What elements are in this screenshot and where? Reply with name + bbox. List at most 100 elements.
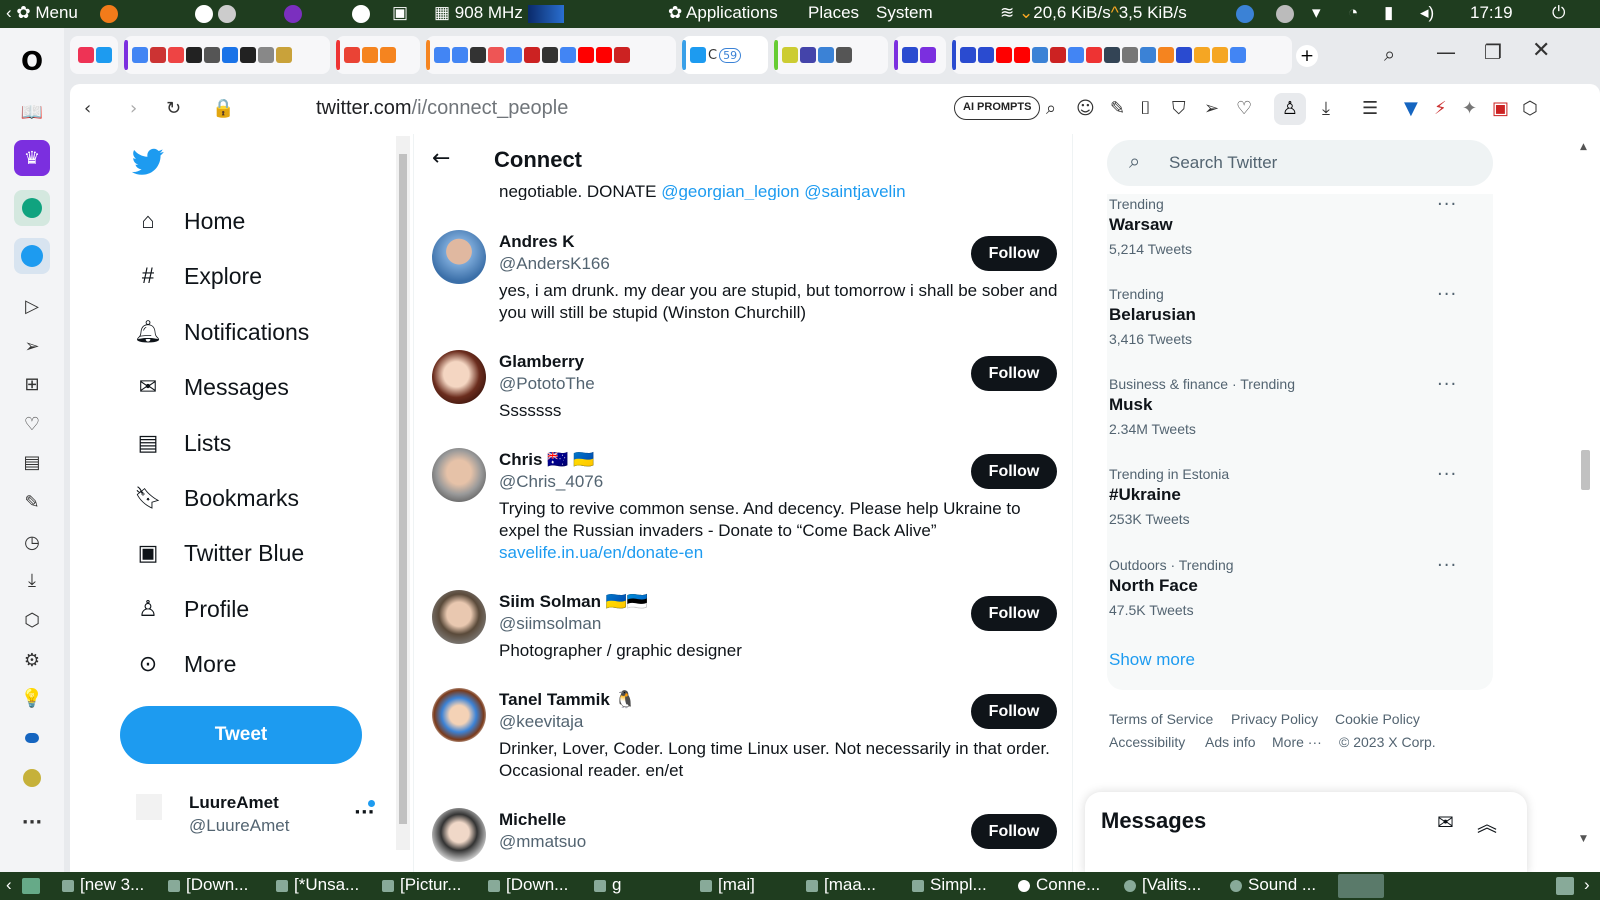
trend-more-icon[interactable]: ··· — [1437, 284, 1457, 305]
tab-group-green[interactable] — [774, 36, 888, 74]
trend-more-icon[interactable]: ··· — [1437, 374, 1457, 395]
user-handle[interactable]: @keevitaja — [499, 712, 583, 732]
chatgpt-icon[interactable] — [14, 190, 50, 226]
partial-bio-links[interactable]: @georgian_legion @saintjavelin — [661, 182, 905, 200]
messages-drawer[interactable]: Messages ✉ ︽ — [1085, 792, 1527, 872]
back-icon[interactable]: ‹ — [84, 98, 91, 119]
page-scrollbar[interactable]: ▲ ▼ — [1578, 134, 1592, 850]
crown-app-icon[interactable]: ♛ — [14, 140, 50, 176]
taskbar-item[interactable]: [mai] — [700, 875, 755, 895]
user-avatar[interactable] — [432, 808, 486, 862]
cube-icon[interactable]: ⬡ — [14, 602, 50, 638]
footer-terms-link[interactable]: Terms of Service — [1109, 711, 1213, 727]
new-message-icon[interactable]: ✉ — [1437, 810, 1454, 834]
tray-app-icon[interactable] — [1236, 3, 1254, 23]
new-tab-button[interactable]: + — [1296, 45, 1318, 67]
minimize-icon[interactable]: — — [1436, 40, 1456, 64]
nav-bookmarks[interactable]: 🔖︎ Bookmarks — [134, 484, 299, 512]
taskbar-item[interactable]: g — [594, 875, 621, 895]
search-box[interactable]: ⌕ Search Twitter — [1107, 140, 1493, 186]
taskbar-item[interactable]: [Down... — [488, 875, 568, 895]
user-handle[interactable]: @siimsolman — [499, 614, 601, 634]
shield-icon[interactable]: ⛉ — [1172, 98, 1186, 119]
footer-privacy-link[interactable]: Privacy Policy — [1231, 711, 1318, 727]
url-field[interactable]: twitter.com/i/connect_people — [316, 97, 568, 120]
send-page-icon[interactable]: ➢ — [1204, 98, 1219, 119]
user-handle[interactable]: @AndersK166 — [499, 254, 610, 274]
account-avatar[interactable] — [136, 794, 162, 820]
nav-profile[interactable]: ♙ Profile — [134, 595, 249, 623]
history-icon[interactable]: ◷ — [14, 524, 50, 560]
twitter-logo-icon[interactable] — [131, 148, 164, 180]
tweet-button[interactable]: Tweet — [120, 706, 362, 764]
account-handle[interactable]: @LuureAmet — [189, 816, 289, 836]
user-bio-link[interactable]: savelife.in.ua/en/donate-en — [499, 543, 703, 562]
reload-icon[interactable]: ↻ — [166, 98, 181, 119]
extension-tool-icon[interactable]: ⚡ — [1434, 98, 1447, 119]
ai-prompts-button[interactable]: AI PROMPTS — [954, 96, 1041, 120]
user-avatar[interactable] — [432, 350, 486, 404]
follow-button[interactable]: Follow — [971, 454, 1057, 489]
tab-group-active-twitter[interactable]: C 59 — [682, 36, 768, 74]
applications-menu[interactable]: ✿ Applications — [668, 3, 778, 23]
taskbar-scroll-right-icon[interactable]: › — [1584, 875, 1590, 895]
taskbar-item-active[interactable]: Conne... — [1018, 875, 1100, 895]
terminal-icon[interactable]: ▣ — [392, 3, 408, 23]
news-icon[interactable]: ▤ — [14, 444, 50, 480]
taskbar-item[interactable]: [new 3... — [62, 875, 144, 895]
follow-button[interactable]: Follow — [971, 814, 1057, 849]
user-avatar[interactable] — [432, 230, 486, 284]
user-avatar[interactable] — [432, 448, 486, 502]
forward-icon[interactable]: › — [130, 98, 137, 119]
tab-group-orange[interactable] — [426, 36, 676, 74]
nav-scrollbar-thumb[interactable] — [399, 154, 407, 824]
send-icon[interactable]: ➢ — [14, 328, 50, 364]
nav-messages[interactable]: ✉ Messages — [134, 373, 289, 401]
search-page-icon[interactable]: ⌕ — [1046, 98, 1056, 119]
trend-more-icon[interactable]: ··· — [1437, 555, 1457, 576]
nav-twitter-blue[interactable]: ▣ Twitter Blue — [134, 539, 305, 567]
user-avatar[interactable] — [432, 590, 486, 644]
user-avatar[interactable] — [432, 688, 486, 742]
tray-wifi-icon[interactable]: ▾ — [1312, 3, 1321, 23]
user-name[interactable]: Tanel Tammik 🐧 — [499, 690, 636, 710]
lock-icon[interactable]: 🔒 — [212, 98, 234, 119]
user-handle[interactable]: @mmatsuo — [499, 832, 586, 852]
nav-notifications[interactable]: 🔔︎ Notifications — [134, 318, 309, 346]
menu-button[interactable]: ‹ ✿ Menu — [6, 3, 78, 23]
nav-more[interactable]: ⊙ More — [134, 650, 237, 678]
taskbar-item[interactable]: Sound ... — [1230, 875, 1316, 895]
user-handle[interactable]: @PototoThe — [499, 374, 595, 394]
nav-home[interactable]: ⌂ Home — [134, 207, 245, 235]
emoji-icon[interactable]: ☺ — [1076, 98, 1095, 119]
podcast-icon[interactable] — [284, 3, 302, 23]
restore-icon[interactable]: ❐ — [1484, 40, 1502, 64]
follow-button[interactable]: Follow — [971, 694, 1057, 729]
tab-group-purple[interactable] — [124, 36, 330, 74]
account-name[interactable]: LuureAmet — [189, 793, 279, 813]
download-icon[interactable]: ⤓ — [1322, 98, 1330, 119]
tab-group-red[interactable] — [336, 36, 420, 74]
back-arrow-icon[interactable]: ← — [432, 146, 450, 171]
tray-volume-icon[interactable]: ◂) — [1420, 3, 1434, 23]
follow-button[interactable]: Follow — [971, 236, 1057, 271]
reader-icon[interactable]: 📖 — [14, 94, 50, 130]
user-name[interactable]: Chris 🇦🇺 🇺🇦 — [499, 450, 594, 470]
lightbulb-icon[interactable]: 💡 — [14, 680, 50, 716]
extension-shield-icon[interactable]: ▼ — [1404, 98, 1418, 119]
footer-ads-link[interactable]: Ads info — [1205, 734, 1256, 750]
power-icon[interactable]: ⏻ — [1552, 3, 1565, 23]
user-name[interactable]: Michelle — [499, 810, 566, 830]
taskbar-opera-button[interactable] — [1338, 874, 1384, 898]
downloads-icon[interactable]: ⤓ — [14, 562, 50, 598]
opera-logo-icon[interactable]: O — [14, 44, 50, 80]
footer-more-link[interactable]: More ··· — [1272, 734, 1322, 750]
settings-icon[interactable]: ⚙ — [14, 642, 50, 678]
page-scrollbar-thumb[interactable] — [1581, 450, 1590, 490]
search-input[interactable]: Search Twitter — [1169, 153, 1277, 173]
clock[interactable]: 17:19 — [1470, 3, 1513, 23]
user-name[interactable]: Siim Solman 🇺🇦🇪🇪 — [499, 592, 648, 612]
tray-battery-icon[interactable]: ▮ — [1384, 3, 1393, 23]
chat-icon[interactable] — [14, 720, 50, 756]
tab-group-blue[interactable] — [952, 36, 1292, 74]
